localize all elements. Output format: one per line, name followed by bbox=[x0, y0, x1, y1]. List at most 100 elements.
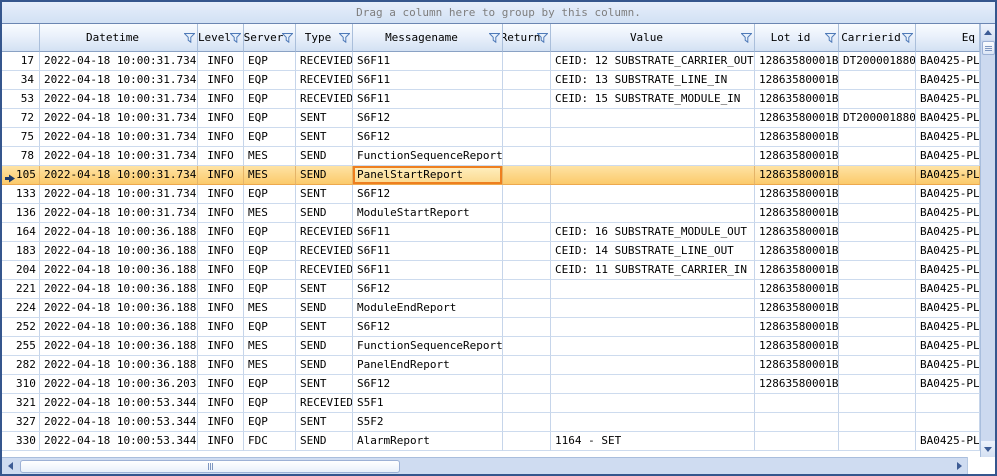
cell-datetime: 2022-04-18 10:00:36.188 bbox=[40, 261, 198, 280]
table-row[interactable]: 722022-04-18 10:00:31.734INFOEQPSENTS6F1… bbox=[2, 109, 980, 128]
column-header-carrierid[interactable]: Carrierid bbox=[839, 24, 916, 52]
filter-icon[interactable] bbox=[230, 33, 241, 43]
message-log-grid: Drag a column here to group by this colu… bbox=[0, 0, 997, 476]
table-row[interactable]: 3212022-04-18 10:00:53.344INFOEQPRECEVIE… bbox=[2, 394, 980, 413]
cell-rownumber: 255 bbox=[2, 337, 40, 356]
cell-datetime: 2022-04-18 10:00:36.188 bbox=[40, 318, 198, 337]
table-row[interactable]: 782022-04-18 10:00:31.734INFOMESSENDFunc… bbox=[2, 147, 980, 166]
table-row[interactable]: 2042022-04-18 10:00:36.188INFOEQPRECEVIE… bbox=[2, 261, 980, 280]
column-header-lotid[interactable]: Lot id bbox=[755, 24, 839, 52]
table-row[interactable]: 1332022-04-18 10:00:31.734INFOEQPSENTS6F… bbox=[2, 185, 980, 204]
table-row[interactable]: 172022-04-18 10:00:31.734INFOEQPRECEVIED… bbox=[2, 52, 980, 71]
vertical-scrollbar[interactable] bbox=[980, 24, 995, 457]
column-header-datetime[interactable]: Datetime bbox=[40, 24, 198, 52]
cell-datetime: 2022-04-18 10:00:36.203 bbox=[40, 375, 198, 394]
column-header-value[interactable]: Value bbox=[551, 24, 755, 52]
column-header-eqpid[interactable]: Eq bbox=[916, 24, 980, 52]
cell-type: RECEVIED bbox=[296, 90, 353, 109]
column-header-label: Lot id bbox=[769, 31, 825, 44]
cell-value bbox=[551, 280, 755, 299]
cell-rownumber: 252 bbox=[2, 318, 40, 337]
cell-messagename: S6F11 bbox=[353, 242, 503, 261]
cell-rownumber: 34 bbox=[2, 71, 40, 90]
table-row[interactable]: 532022-04-18 10:00:31.734INFOEQPRECEVIED… bbox=[2, 90, 980, 109]
table-row[interactable]: 1362022-04-18 10:00:31.734INFOMESSENDMod… bbox=[2, 204, 980, 223]
column-header-label: Eq bbox=[962, 31, 979, 44]
cell-server: EQP bbox=[244, 413, 296, 432]
cell-value bbox=[551, 185, 755, 204]
cell-messagename: FunctionSequenceReport bbox=[353, 337, 503, 356]
column-header-messagename[interactable]: Messagename bbox=[353, 24, 503, 52]
column-header-rownumber[interactable] bbox=[2, 24, 40, 52]
column-header-level[interactable]: Level bbox=[198, 24, 244, 52]
scroll-right-button[interactable] bbox=[951, 458, 967, 474]
cell-server: EQP bbox=[244, 128, 296, 147]
column-header-server[interactable]: Server bbox=[244, 24, 296, 52]
table-row-selected[interactable]: 1052022-04-18 10:00:31.734INFOMESSENDPan… bbox=[2, 166, 980, 185]
table-row[interactable]: 342022-04-18 10:00:31.734INFOEQPRECEVIED… bbox=[2, 71, 980, 90]
cell-type: RECEVIED bbox=[296, 223, 353, 242]
cell-messagename: S6F12 bbox=[353, 128, 503, 147]
vertical-scroll-thumb[interactable] bbox=[982, 41, 995, 55]
cell-server: MES bbox=[244, 166, 296, 185]
cell-level: INFO bbox=[198, 147, 244, 166]
column-header-return[interactable]: Return bbox=[503, 24, 551, 52]
table-row[interactable]: 2522022-04-18 10:00:36.188INFOEQPSENTS6F… bbox=[2, 318, 980, 337]
column-header-label: Datetime bbox=[84, 31, 153, 44]
cell-carrierid bbox=[839, 280, 916, 299]
cell-datetime: 2022-04-18 10:00:36.188 bbox=[40, 242, 198, 261]
table-row[interactable]: 2212022-04-18 10:00:36.188INFOEQPSENTS6F… bbox=[2, 280, 980, 299]
table-row[interactable]: 3102022-04-18 10:00:36.203INFOEQPSENTS6F… bbox=[2, 375, 980, 394]
down-arrow-icon bbox=[984, 447, 992, 452]
cell-rownumber: 136 bbox=[2, 204, 40, 223]
table-row[interactable]: 1832022-04-18 10:00:36.188INFOEQPRECEVIE… bbox=[2, 242, 980, 261]
filter-icon[interactable] bbox=[902, 33, 913, 43]
scrollbar-corner bbox=[967, 457, 995, 474]
cell-lotid: 12863580001B bbox=[755, 242, 839, 261]
table-row[interactable]: 752022-04-18 10:00:31.734INFOEQPSENTS6F1… bbox=[2, 128, 980, 147]
cell-level: INFO bbox=[198, 90, 244, 109]
cell-eqpid: BA0425-PLA bbox=[916, 109, 980, 128]
horizontal-scrollbar[interactable] bbox=[2, 457, 967, 474]
cell-lotid: 12863580001B bbox=[755, 71, 839, 90]
cell-eqpid: BA0425-PLA bbox=[916, 375, 980, 394]
scroll-up-button[interactable] bbox=[981, 24, 995, 40]
cell-datetime: 2022-04-18 10:00:31.734 bbox=[40, 147, 198, 166]
cell-lotid: 12863580001B bbox=[755, 147, 839, 166]
cell-eqpid: BA0425-PLA bbox=[916, 280, 980, 299]
cell-value: CEID: 11 SUBSTRATE_CARRIER_IN bbox=[551, 261, 755, 280]
left-arrow-icon bbox=[8, 462, 13, 470]
filter-icon[interactable] bbox=[489, 33, 500, 43]
filter-icon[interactable] bbox=[184, 33, 195, 43]
group-by-bar[interactable]: Drag a column here to group by this colu… bbox=[2, 2, 995, 24]
scroll-left-button[interactable] bbox=[2, 458, 18, 474]
table-row[interactable]: 2552022-04-18 10:00:36.188INFOMESSENDFun… bbox=[2, 337, 980, 356]
cell-return bbox=[503, 299, 551, 318]
cell-rownumber: 224 bbox=[2, 299, 40, 318]
cell-value: CEID: 13 SUBSTRATE_LINE_IN bbox=[551, 71, 755, 90]
table-row[interactable]: 3272022-04-18 10:00:53.344INFOEQPSENTS5F… bbox=[2, 413, 980, 432]
scroll-down-button[interactable] bbox=[981, 441, 995, 457]
table-row[interactable]: 1642022-04-18 10:00:36.188INFOEQPRECEVIE… bbox=[2, 223, 980, 242]
cell-datetime: 2022-04-18 10:00:31.734 bbox=[40, 109, 198, 128]
filter-icon[interactable] bbox=[339, 33, 350, 43]
cell-carrierid: DT200001880 bbox=[839, 52, 916, 71]
filter-icon[interactable] bbox=[537, 33, 548, 43]
cell-rownumber: 327 bbox=[2, 413, 40, 432]
horizontal-scroll-thumb[interactable] bbox=[20, 460, 400, 473]
cell-value bbox=[551, 109, 755, 128]
cell-carrierid bbox=[839, 337, 916, 356]
filter-icon[interactable] bbox=[282, 33, 293, 43]
filter-icon[interactable] bbox=[825, 33, 836, 43]
cell-lotid: 12863580001B bbox=[755, 223, 839, 242]
table-row[interactable]: 3302022-04-18 10:00:53.344INFOFDCSENDAla… bbox=[2, 432, 980, 451]
table-row[interactable]: 2242022-04-18 10:00:36.188INFOMESSENDMod… bbox=[2, 299, 980, 318]
cell-return bbox=[503, 185, 551, 204]
cell-level: INFO bbox=[198, 109, 244, 128]
filter-icon[interactable] bbox=[741, 33, 752, 43]
cell-server: MES bbox=[244, 299, 296, 318]
table-row[interactable]: 2822022-04-18 10:00:36.188INFOMESSENDPan… bbox=[2, 356, 980, 375]
cell-eqpid: BA0425-PLA bbox=[916, 356, 980, 375]
column-header-type[interactable]: Type bbox=[296, 24, 353, 52]
cell-carrierid bbox=[839, 90, 916, 109]
